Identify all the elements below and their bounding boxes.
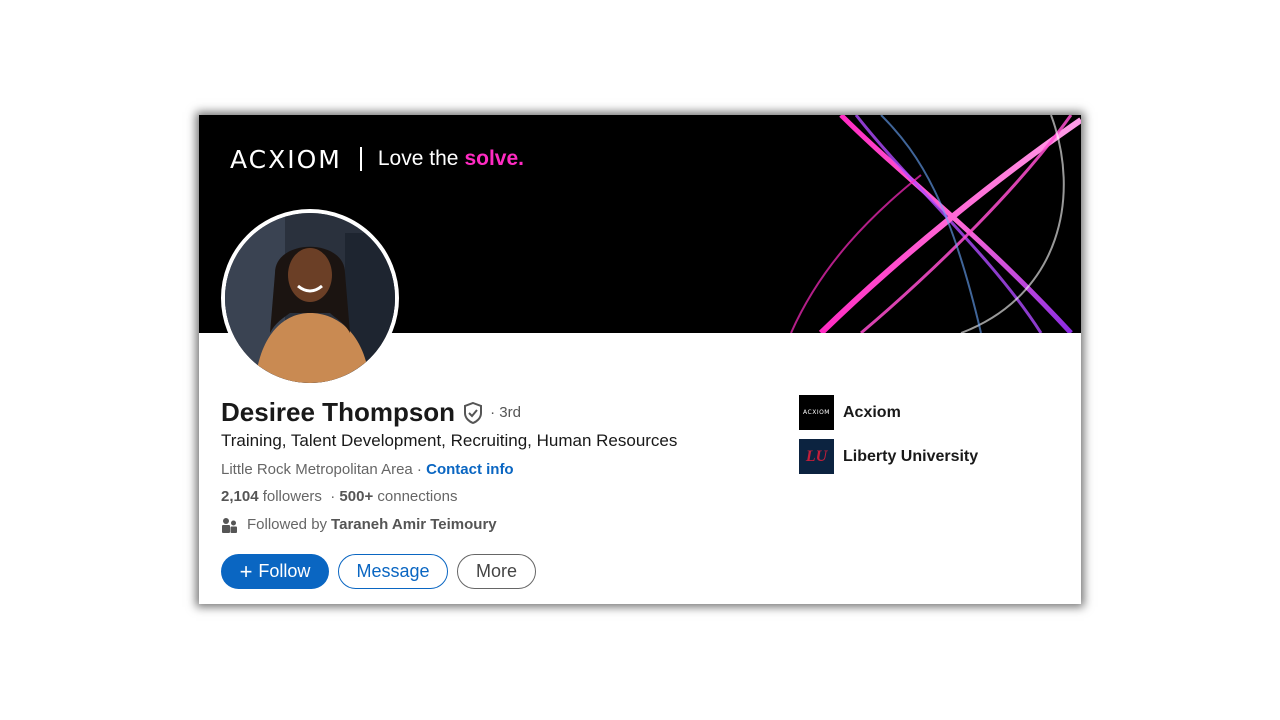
connection-degree: · 3rd <box>490 404 521 421</box>
profile-avatar[interactable] <box>221 209 399 387</box>
profile-card: ACXIOM Love the solve. Desiree Thompson … <box>199 115 1081 604</box>
banner-brand: ACXIOM Love the solve. <box>230 144 524 174</box>
followed-by-prefix: Followed by <box>247 516 328 533</box>
profile-location-row: Little Rock Metropolitan Area · Contact … <box>221 461 514 478</box>
banner-divider <box>359 147 362 171</box>
current-company[interactable]: ACXIOM Acxiom <box>799 395 978 430</box>
banner-tagline: Love the solve. <box>377 147 524 170</box>
profile-name: Desiree Thompson <box>221 397 456 427</box>
banner-logo: ACXIOM <box>230 144 342 174</box>
verified-shield-icon[interactable] <box>463 401 483 424</box>
followed-by-name[interactable]: Taraneh Amir Teimoury <box>331 516 497 533</box>
profile-side-info: ACXIOM Acxiom LU Liberty University <box>799 395 978 483</box>
stats-separator: · <box>330 488 336 505</box>
followers-count: 2,104 <box>221 488 259 505</box>
mutual-followers-row[interactable]: Followed by Taraneh Amir Teimoury <box>221 516 497 533</box>
profile-stats: 2,104 followers · 500+ connections <box>221 488 457 505</box>
profile-actions: + Follow Message More <box>221 554 545 589</box>
connections-label[interactable]: connections <box>377 488 457 505</box>
current-company-label: Acxiom <box>843 403 901 421</box>
avatar-photo <box>225 213 395 383</box>
education-school[interactable]: LU Liberty University <box>799 439 978 474</box>
acxiom-logo-icon: ACXIOM <box>799 395 834 430</box>
profile-name-row: Desiree Thompson · 3rd <box>221 397 521 428</box>
banner-swirl-graphic <box>790 115 1081 333</box>
more-button[interactable]: More <box>457 554 536 589</box>
contact-info-link[interactable]: Contact info <box>426 461 514 478</box>
profile-headline: Training, Talent Development, Recruiting… <box>221 431 678 450</box>
education-school-label: Liberty University <box>843 447 979 465</box>
liberty-university-logo-icon: LU <box>799 439 834 474</box>
plus-icon: + <box>239 558 253 584</box>
people-icon <box>222 517 237 533</box>
message-button[interactable]: Message <box>338 554 448 589</box>
follow-button[interactable]: + Follow <box>221 554 329 589</box>
banner-tagline-accent: solve. <box>464 147 524 170</box>
connections-count[interactable]: 500+ <box>339 488 373 505</box>
follow-button-label: Follow <box>258 561 311 581</box>
profile-location: Little Rock Metropolitan Area · <box>221 461 422 478</box>
followers-label: followers <box>262 488 322 505</box>
